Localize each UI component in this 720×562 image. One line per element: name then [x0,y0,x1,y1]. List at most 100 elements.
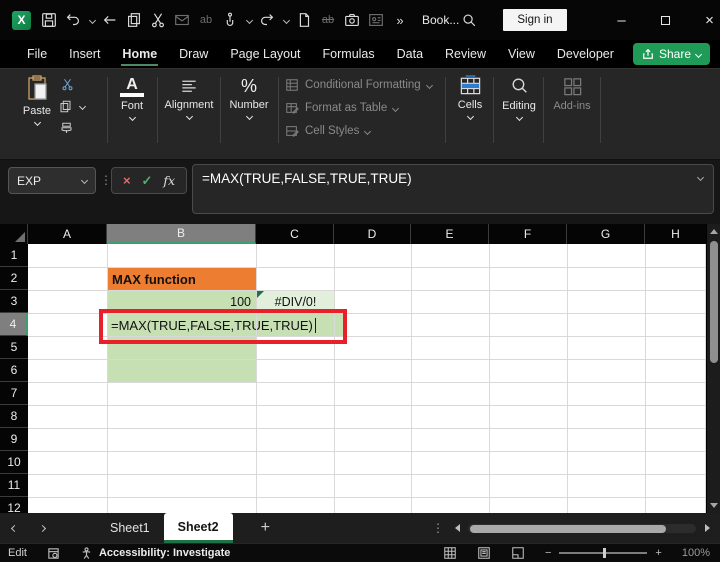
vertical-scroll-thumb[interactable] [709,241,718,363]
copy-icon[interactable] [124,10,144,30]
redo-chevron-icon[interactable] [281,10,291,30]
sheet-options-icon[interactable]: ⋮ [432,521,444,535]
touch-mode-icon[interactable] [220,10,240,30]
accessibility-status[interactable]: Accessibility: Investigate [99,547,230,559]
tab-review[interactable]: Review [434,40,497,68]
search-icon[interactable] [459,10,479,30]
column-header-d[interactable]: D [334,224,411,244]
tab-data[interactable]: Data [386,40,434,68]
tab-page-layout[interactable]: Page Layout [219,40,311,68]
font-group-button[interactable]: A Font [110,77,154,122]
select-all-corner[interactable] [0,224,28,244]
scroll-down-icon[interactable] [710,503,718,508]
zoom-slider-thumb[interactable] [603,548,606,558]
cell-b3[interactable]: 100 [107,290,257,314]
minimize-button[interactable]: – [607,6,637,34]
close-button[interactable]: × [695,6,720,34]
name-box[interactable]: EXP [8,167,96,194]
column-header-b[interactable]: B [107,224,256,244]
maximize-button[interactable] [651,6,681,34]
sheet-tab-sheet1[interactable]: Sheet1 [96,513,164,543]
row-header-9[interactable]: 9 [0,428,28,451]
tab-insert[interactable]: Insert [58,40,111,68]
touch-mode-chevron-icon[interactable] [244,10,254,30]
qat-overflow-icon[interactable]: » [390,10,410,30]
new-file-icon[interactable] [294,10,314,30]
column-header-a[interactable]: A [28,224,107,244]
cancel-entry-button[interactable]: × [123,173,131,188]
formula-input[interactable]: =MAX(TRUE,FALSE,TRUE,TRUE) [192,164,714,214]
row-header-10[interactable]: 10 [0,451,28,474]
page-break-preview-icon[interactable] [511,546,525,560]
save-icon[interactable] [39,10,59,30]
row-header-11[interactable]: 11 [0,474,28,497]
row-header-12[interactable]: 12 [0,497,28,513]
tab-draw[interactable]: Draw [168,40,219,68]
cells-group-button[interactable]: Cells [449,74,491,121]
column-header-f[interactable]: F [489,224,567,244]
cut-icon[interactable] [148,10,168,30]
editing-group-button[interactable]: Editing [496,76,542,122]
zoom-in-button[interactable]: + [655,547,661,559]
cell-c3[interactable]: #DIV/0! [256,290,335,314]
column-header-h[interactable]: H [645,224,706,244]
cell-b5[interactable] [107,336,257,360]
column-header-c[interactable]: C [256,224,334,244]
row-header-2[interactable]: 2 [0,267,28,290]
zoom-out-button[interactable]: − [545,547,551,559]
zoom-slider[interactable] [559,548,648,558]
back-arrow-icon[interactable] [100,10,120,30]
tab-view[interactable]: View [497,40,546,68]
cells-area[interactable]: MAX function 100 #DIV/0! =MAX(TRUE,FALSE… [28,244,706,513]
row-header-1[interactable]: 1 [0,244,28,267]
cut-small-icon[interactable] [60,77,75,92]
macro-record-icon[interactable] [47,547,60,560]
tab-file[interactable]: File [16,40,58,68]
zoom-level[interactable]: 100% [682,547,710,559]
page-layout-view-icon[interactable] [477,546,491,560]
undo-icon[interactable] [63,10,83,30]
accessibility-icon[interactable] [80,546,93,560]
sign-in-button[interactable]: Sign in [503,9,567,31]
redo-icon[interactable] [257,10,277,30]
tab-home[interactable]: Home [111,40,168,68]
next-sheet-icon[interactable] [28,524,56,532]
format-as-table-button[interactable]: Format as Table [285,101,400,115]
camera-icon[interactable] [342,10,362,30]
horizontal-scroll-thumb[interactable] [470,524,666,533]
confirm-entry-button[interactable]: ✓ [142,173,153,189]
column-header-e[interactable]: E [411,224,489,244]
tab-developer[interactable]: Developer [546,40,625,68]
format-painter-icon[interactable] [59,121,74,136]
sheet-tab-sheet2[interactable]: Sheet2 [163,513,233,543]
cell-styles-button[interactable]: Cell Styles [285,124,372,138]
hscroll-right-icon[interactable] [705,524,710,532]
cell-b4-editing[interactable]: =MAX(TRUE,FALSE,TRUE,TRUE) [107,313,345,337]
number-group-button[interactable]: % Number [223,76,275,121]
row-header-4[interactable]: 4 [0,313,28,336]
tab-formulas[interactable]: Formulas [312,40,386,68]
undo-chevron-icon[interactable] [87,10,97,30]
formula-bar-expand-icon[interactable] [696,173,705,182]
alignment-group-button[interactable]: Alignment [160,77,218,121]
cell-b6[interactable] [107,359,257,383]
column-header-g[interactable]: G [567,224,645,244]
row-header-6[interactable]: 6 [0,359,28,382]
row-header-3[interactable]: 3 [0,290,28,313]
paste-button[interactable]: Paste [16,75,58,127]
normal-view-icon[interactable] [443,546,457,560]
add-sheet-button[interactable]: + [261,519,270,537]
hscroll-left-icon[interactable] [455,524,460,532]
previous-sheet-icon[interactable] [0,524,28,532]
vertical-scrollbar[interactable] [706,224,720,513]
row-header-8[interactable]: 8 [0,405,28,428]
row-header-5[interactable]: 5 [0,336,28,359]
share-button[interactable]: Share [632,43,710,65]
horizontal-scrollbar[interactable] [468,524,696,533]
conditional-formatting-button[interactable]: Conditional Formatting [285,78,433,92]
copy-small-icon[interactable] [58,99,87,114]
row-header-7[interactable]: 7 [0,382,28,405]
insert-function-button[interactable]: fx [163,173,175,188]
cell-b2[interactable]: MAX function [107,267,257,291]
scroll-up-icon[interactable] [710,229,718,234]
